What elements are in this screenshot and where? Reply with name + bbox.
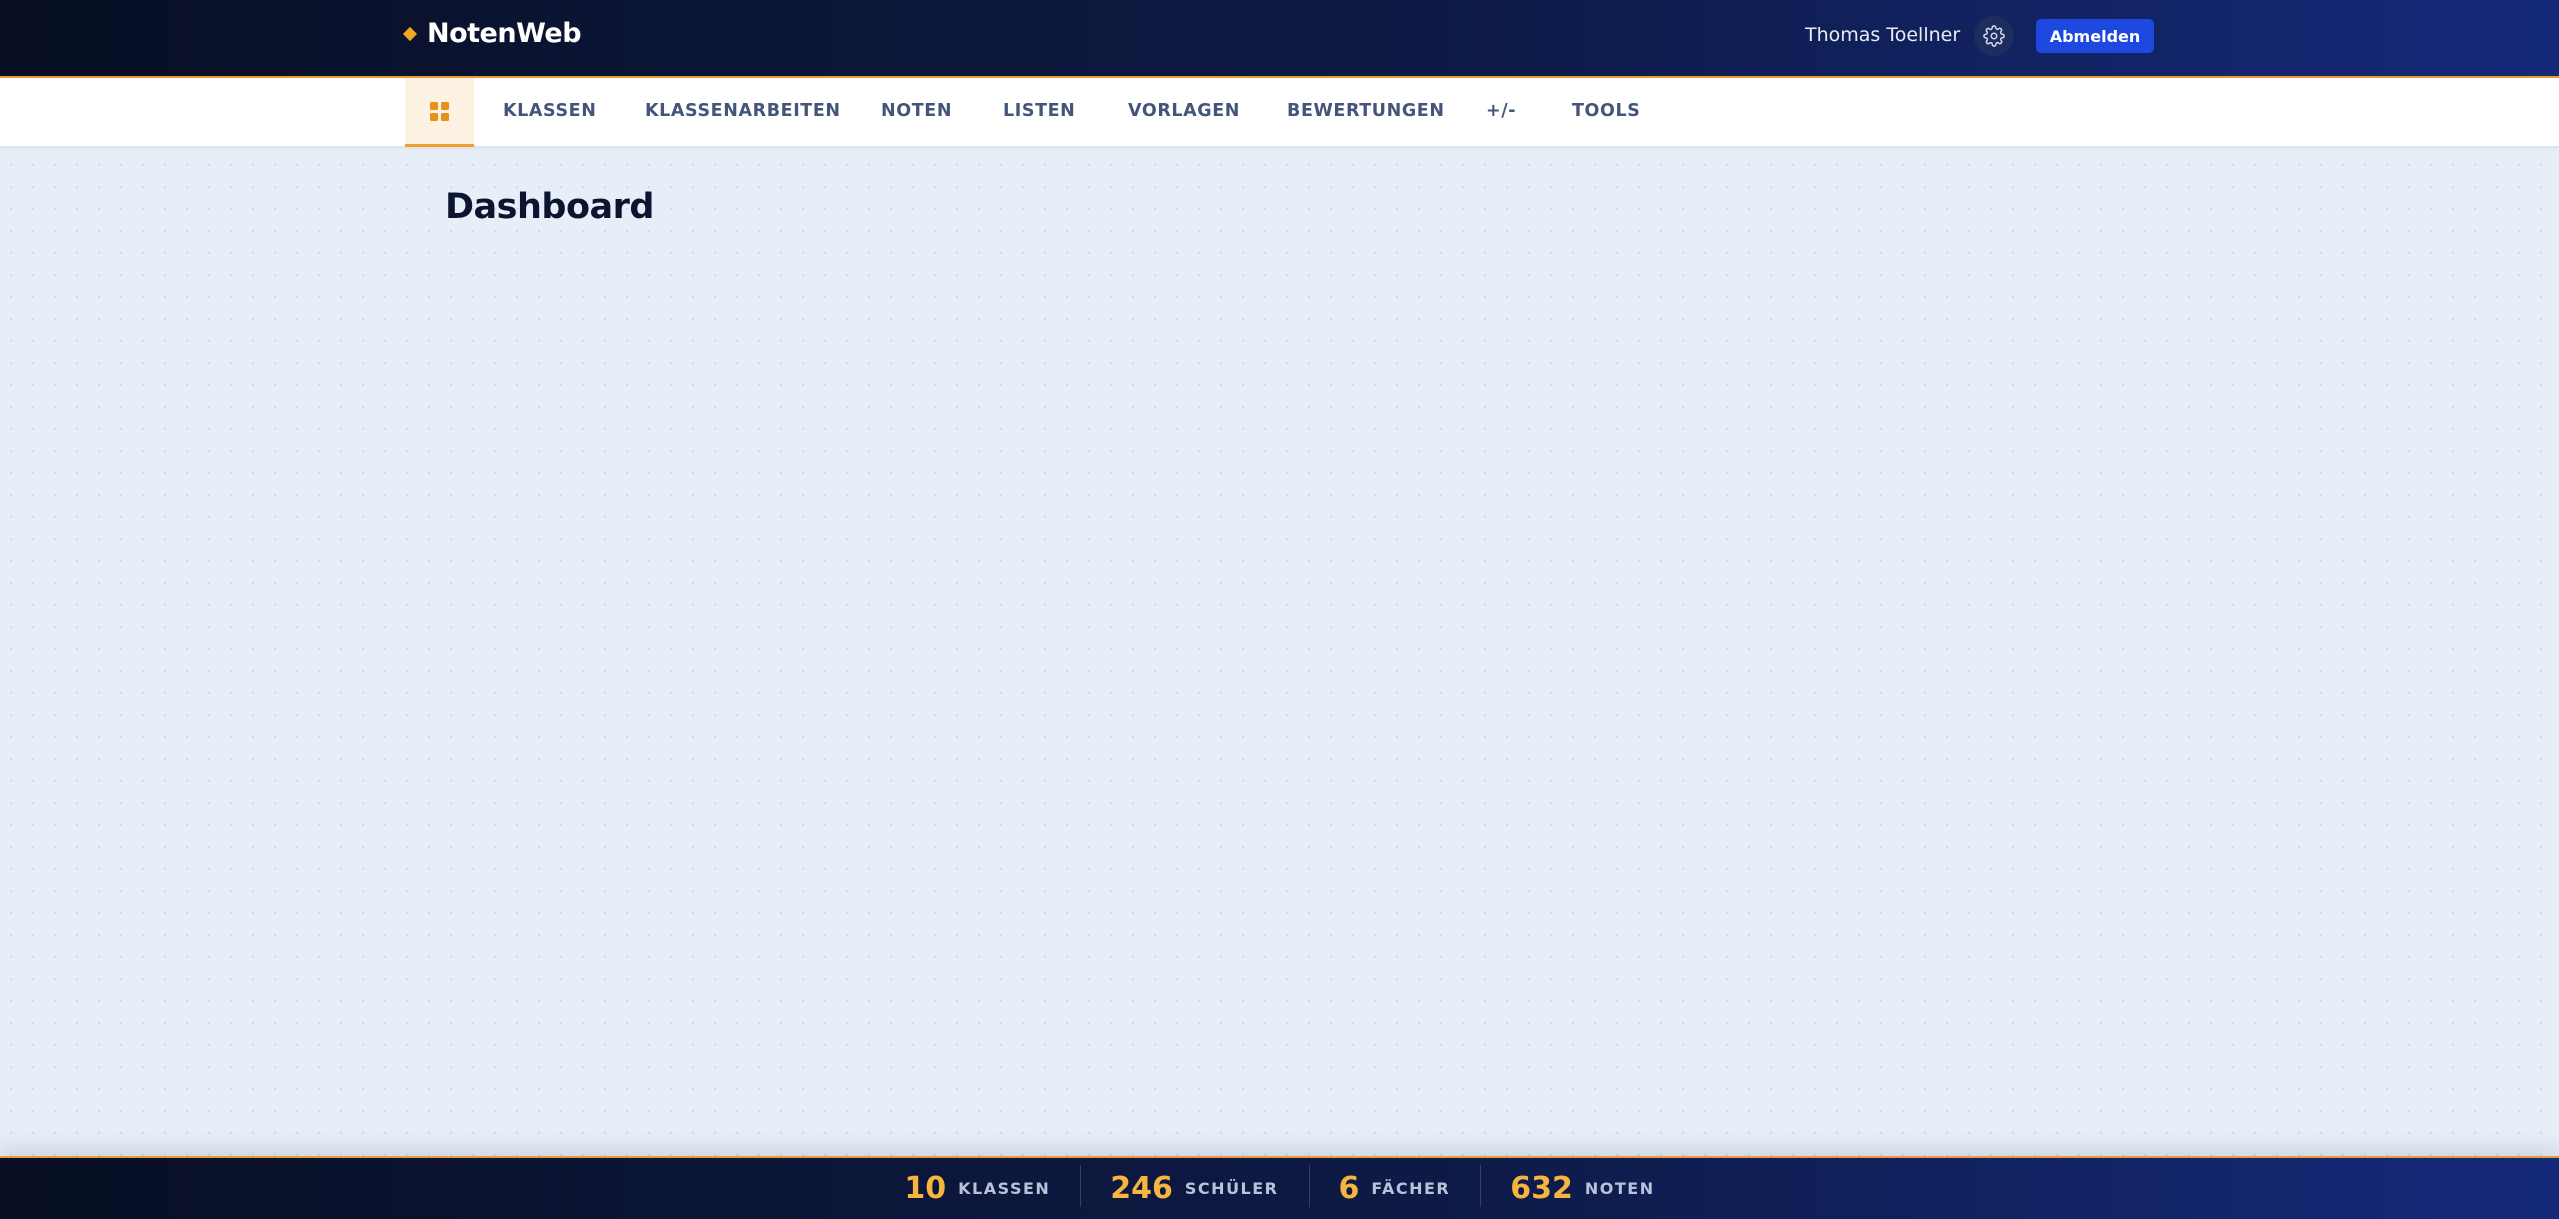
nav-item-klassenarbeiten[interactable]: KLASSENARBEITEN [645,78,841,144]
brand-logo[interactable]: NotenWeb [402,18,582,49]
stat-label: KLASSEN [958,1179,1051,1198]
nav-item-tools[interactable]: TOOLS [1572,78,1640,144]
nav-item-plus-minus[interactable]: +/- [1486,78,1516,144]
grid-icon [430,101,449,121]
stat-faecher: 6 FÄCHER [1308,1165,1481,1207]
nav-item-bewertungen[interactable]: BEWERTUNGEN [1287,78,1445,144]
diamond-icon [402,26,418,41]
brand-name: NotenWeb [427,18,582,49]
page-title: Dashboard [445,187,654,227]
stat-value: 632 [1510,1171,1573,1206]
stat-schueler: 246 SCHÜLER [1080,1165,1308,1207]
stat-label: SCHÜLER [1184,1179,1279,1198]
stats-bar: 10 KLASSEN 246 SCHÜLER 6 FÄCHER 632 NOTE… [0,1158,2559,1219]
nav-item-noten[interactable]: NOTEN [881,78,952,144]
nav-home-dashboard[interactable] [405,78,474,147]
stat-value: 6 [1338,1171,1360,1206]
stat-noten: 632 NOTEN [1480,1165,1684,1207]
main-nav: KLASSEN KLASSENARBEITEN NOTEN LISTEN VOR… [0,78,2559,147]
stat-value: 246 [1110,1171,1173,1206]
gear-icon [1983,25,2005,47]
nav-item-klassen[interactable]: KLASSEN [503,78,596,144]
user-name: Thomas Toellner [1805,24,1961,46]
stat-klassen: 10 KLASSEN [874,1171,1080,1206]
stat-label: FÄCHER [1371,1179,1451,1198]
nav-item-listen[interactable]: LISTEN [1003,78,1075,144]
stat-value: 10 [904,1171,947,1206]
app-header: NotenWeb Thomas Toellner Abmelden [0,0,2559,78]
nav-item-vorlagen[interactable]: VORLAGEN [1128,78,1240,144]
settings-button[interactable] [1974,16,2014,56]
logout-button[interactable]: Abmelden [2036,19,2154,53]
stats-footer: 10 KLASSEN 246 SCHÜLER 6 FÄCHER 632 NOTE… [0,1156,2559,1219]
stat-label: NOTEN [1584,1179,1655,1198]
